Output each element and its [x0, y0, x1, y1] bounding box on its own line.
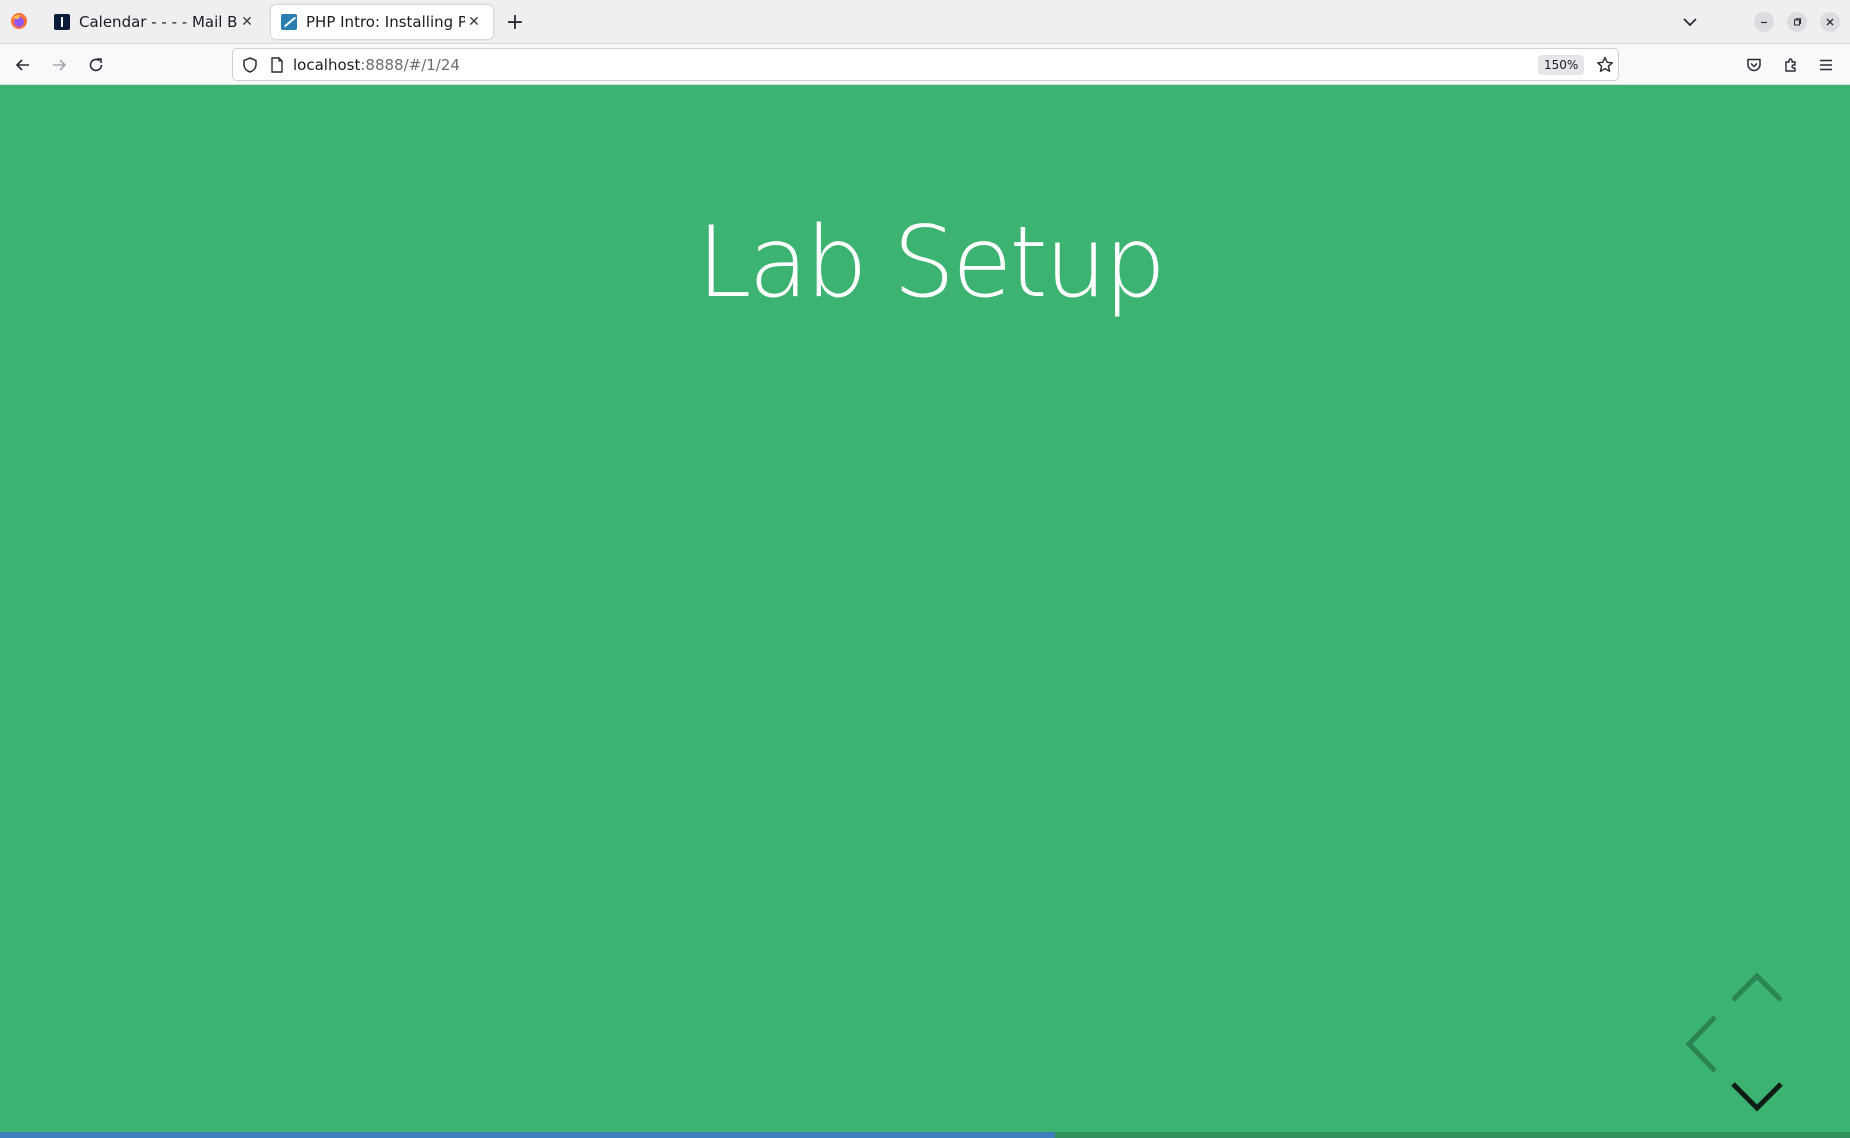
- php-favicon-icon: [281, 14, 297, 30]
- restore-icon: [1794, 18, 1801, 26]
- tab-calendar[interactable]: Calendar - - - - Mail Basic ✕: [44, 5, 266, 39]
- url-text[interactable]: localhost:8888/#/1/24: [293, 56, 460, 74]
- firefox-icon[interactable]: [10, 12, 28, 30]
- url-bar[interactable]: localhost:8888/#/1/24 150%: [232, 48, 1619, 81]
- close-tab-icon[interactable]: ✕: [238, 13, 256, 31]
- slide-title: Lab Setup: [696, 206, 1166, 320]
- page-info-icon[interactable]: [269, 56, 285, 74]
- list-all-tabs-icon[interactable]: [1678, 10, 1702, 34]
- chevron-up-icon: [1731, 972, 1783, 1002]
- pocket-icon: [1747, 58, 1761, 72]
- navigate-left-button[interactable]: [1683, 1013, 1723, 1075]
- minimize-icon: [1761, 21, 1767, 24]
- chevron-down-icon: [1731, 1082, 1783, 1112]
- reload-icon: [89, 58, 103, 72]
- restore-window-button[interactable]: [1787, 12, 1807, 32]
- new-tab-button[interactable]: +: [503, 10, 527, 35]
- bookmark-star-icon[interactable]: [1595, 55, 1615, 75]
- puzzle-piece-icon: [1785, 58, 1796, 72]
- minimize-window-button[interactable]: [1754, 12, 1774, 32]
- close-icon: [1826, 18, 1834, 26]
- url-host: localhost: [293, 56, 361, 74]
- extensions-button[interactable]: [1779, 53, 1803, 77]
- tab-php-intro[interactable]: PHP Intro: Installing PHP ✕: [271, 5, 493, 39]
- slide-progress-bar: [0, 1132, 1850, 1138]
- pocket-button[interactable]: [1742, 53, 1766, 77]
- navigation-toolbar: localhost:8888/#/1/24 150%: [0, 44, 1850, 85]
- tab-label: Calendar - - - - Mail Basic: [79, 13, 238, 31]
- close-window-button[interactable]: [1820, 12, 1840, 32]
- arrow-left-icon: [15, 59, 29, 71]
- tab-strip: Calendar - - - - Mail Basic ✕ PHP Intro:…: [0, 0, 1850, 44]
- url-path: :8888/#/1/24: [360, 56, 460, 74]
- app-menu-button[interactable]: [1814, 53, 1838, 77]
- forward-button[interactable]: [46, 52, 72, 78]
- navigate-down-button[interactable]: [1727, 1078, 1787, 1114]
- presentation-slide: Lab Setup: [0, 85, 1850, 1138]
- slide-progress-fill: [0, 1132, 1055, 1138]
- chevron-left-icon: [1685, 1015, 1717, 1073]
- back-button[interactable]: [10, 52, 36, 78]
- arrow-right-icon: [53, 59, 67, 71]
- calendar-favicon-icon: [54, 14, 70, 30]
- tracking-protection-shield-icon[interactable]: [241, 56, 259, 74]
- zoom-level-badge[interactable]: 150%: [1538, 55, 1585, 75]
- tab-label: PHP Intro: Installing PHP: [306, 13, 465, 31]
- reload-button[interactable]: [83, 52, 109, 78]
- close-tab-icon[interactable]: ✕: [465, 13, 483, 31]
- hamburger-menu-icon: [1820, 59, 1832, 71]
- navigate-up-button[interactable]: [1727, 970, 1787, 1006]
